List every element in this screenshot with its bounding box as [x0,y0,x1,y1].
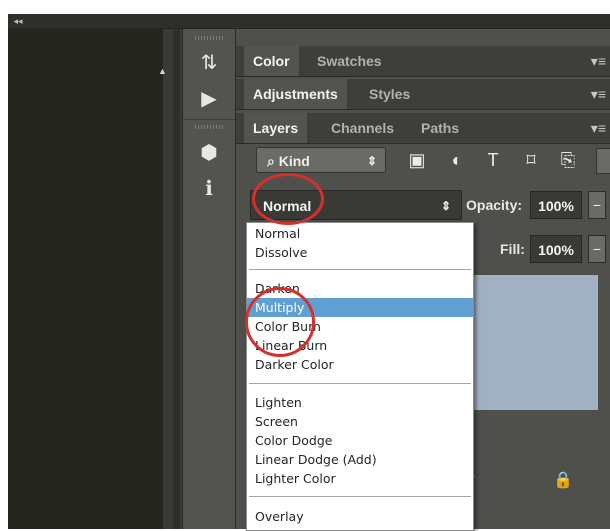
opacity-label: Opacity: [466,197,523,213]
top-strip: ◂◂ [8,14,610,29]
menu-item-lighten[interactable]: Lighten [247,393,473,412]
menu-divider [249,496,471,497]
lock-icon[interactable]: 🔒 [553,470,573,490]
3d-cube-icon[interactable]: ⬢ [193,139,225,167]
annotation-circle-multiply [245,287,315,357]
play-icon[interactable]: ▶ [193,85,225,113]
panel-icon-strip: ⇅ ▶ ⬢ ℹ [182,29,236,529]
filter-toggle[interactable] [596,148,610,174]
panel-menu-icon[interactable]: ▾≡ [591,46,606,76]
history-icon[interactable]: ⇅ [193,49,225,77]
shape-filter-icon[interactable]: ⌑ [519,147,543,173]
fill-stepper[interactable]: − [588,235,606,263]
menu-item-overlay[interactable]: Overlay [247,507,473,526]
opacity-stepper[interactable]: − [588,191,606,219]
grip-handle[interactable] [195,125,223,129]
menu-item-color-dodge[interactable]: Color Dodge [247,431,473,450]
menu-item-screen[interactable]: Screen [247,412,473,431]
panel-menu-icon[interactable]: ▾≡ [591,79,606,109]
divider [183,119,235,120]
tab-channels[interactable]: Channels [322,113,403,143]
menu-divider [249,383,471,384]
select-arrows-icon: ⇕ [440,199,451,213]
menu-item-linear-dodge-add[interactable]: Linear Dodge (Add) [247,450,473,469]
tab-layers[interactable]: Layers [244,113,308,143]
scroll-up-icon[interactable]: ▲ [158,66,167,76]
filter-kind-label: Kind [278,153,310,169]
adjustment-filter-icon[interactable]: ◐ [445,147,469,173]
tab-paths[interactable]: Paths [412,113,468,143]
select-arrows-icon: ⇕ [366,154,377,168]
opacity-field[interactable]: 100% [530,191,582,219]
type-filter-icon[interactable]: T [481,147,505,173]
fill-field[interactable]: 100% [530,235,582,263]
menu-item-dissolve[interactable]: Dissolve [247,243,473,262]
fill-label: Fill: [500,241,525,257]
scrollbar[interactable] [173,29,180,529]
layers-panel-tabs: Layers Channels Paths ▾≡ [236,113,610,144]
menu-divider [249,269,471,270]
tab-swatches[interactable]: Swatches [308,46,391,76]
info-icon[interactable]: ℹ [193,175,225,203]
grip-handle[interactable] [195,36,223,40]
smart-object-filter-icon[interactable]: ⎘ [556,147,580,173]
collapse-panels-icon[interactable]: ◂◂ [8,14,28,28]
layer-thumbnail[interactable] [468,275,598,410]
color-panel-tabs: Color Swatches ▾≡ [236,46,610,77]
image-filter-icon[interactable]: ▣ [405,147,429,173]
tab-color[interactable]: Color [244,46,299,76]
menu-item-darker-color[interactable]: Darker Color [247,355,473,374]
search-icon: ⌕ [267,153,275,169]
document-canvas-area [8,29,163,529]
blend-mode-dropdown: Normal Dissolve Darken Multiply Color Bu… [246,222,474,531]
annotation-circle-normal [252,173,324,225]
tab-styles[interactable]: Styles [360,79,419,109]
adjustments-panel-tabs: Adjustments Styles ▾≡ [236,79,610,110]
menu-item-lighter-color[interactable]: Lighter Color [247,469,473,488]
layer-filter-kind-select[interactable]: ⌕ Kind ⇕ [256,147,386,173]
menu-item-normal[interactable]: Normal [247,224,473,243]
tab-adjustments[interactable]: Adjustments [244,79,347,109]
panel-menu-icon[interactable]: ▾≡ [591,113,606,143]
